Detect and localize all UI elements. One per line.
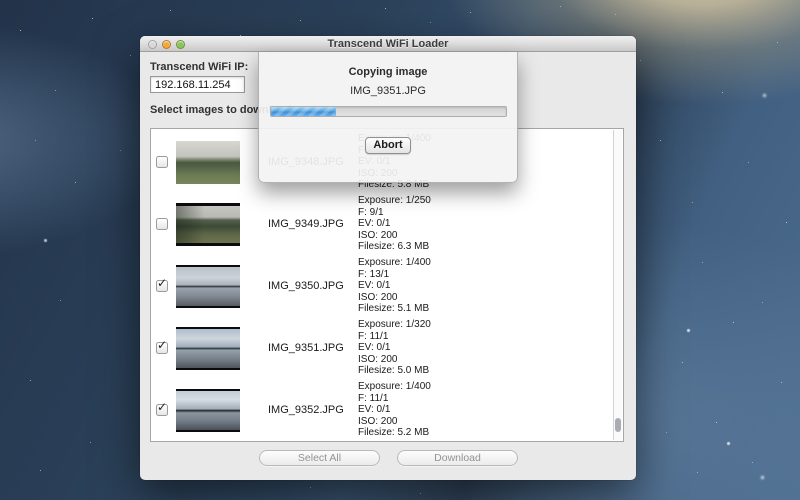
exif-line: EV: 0/1 xyxy=(358,404,431,416)
ip-input[interactable] xyxy=(150,76,245,93)
image-filename: IMG_9351.JPG xyxy=(268,342,356,354)
exif-line: F: 11/1 xyxy=(358,393,431,405)
select-all-button[interactable]: Select All xyxy=(259,450,380,466)
app-window: Transcend WiFi Loader Transcend WiFi IP:… xyxy=(140,36,636,480)
window-title: Transcend WiFi Loader xyxy=(140,38,636,50)
dialog-filename: IMG_9351.JPG xyxy=(350,85,426,97)
dialog-title: Copying image xyxy=(349,66,428,78)
wallpaper-stars xyxy=(0,0,1,1)
image-exif: Exposure: 1/250F: 9/1EV: 0/1ISO: 200File… xyxy=(358,195,431,253)
exif-line: ISO: 200 xyxy=(358,230,431,242)
image-filename: IMG_9352.JPG xyxy=(268,404,356,416)
exif-line: Exposure: 1/250 xyxy=(358,195,431,207)
scrollbar[interactable] xyxy=(613,130,622,440)
image-checkbox[interactable]: ✓ xyxy=(156,342,168,354)
desktop-wallpaper: Transcend WiFi Loader Transcend WiFi IP:… xyxy=(0,0,800,500)
scrollbar-thumb[interactable] xyxy=(615,418,621,432)
exif-line: Filesize: 5.2 MB xyxy=(358,427,431,439)
exif-line: Filesize: 5.0 MB xyxy=(358,365,431,377)
exif-line: Exposure: 1/400 xyxy=(358,381,431,393)
image-checkbox[interactable]: ✓ xyxy=(156,404,168,416)
exif-line: F: 13/1 xyxy=(358,269,431,281)
image-thumbnail xyxy=(176,327,240,370)
exif-line: ISO: 200 xyxy=(358,416,431,428)
ip-label: Transcend WiFi IP: xyxy=(150,61,248,73)
exif-line: Filesize: 6.3 MB xyxy=(358,241,431,253)
image-exif: Exposure: 1/400F: 13/1EV: 0/1ISO: 200Fil… xyxy=(358,257,431,315)
abort-button[interactable]: Abort xyxy=(365,137,411,154)
copying-dialog: Copying image IMG_9351.JPG Abort xyxy=(258,52,518,183)
image-filename: IMG_9349.JPG xyxy=(268,218,356,230)
image-list-row: ✓ IMG_9351.JPG Exposure: 1/320F: 11/1EV:… xyxy=(151,317,612,379)
exif-line: EV: 0/1 xyxy=(358,280,431,292)
exif-line: ISO: 200 xyxy=(358,292,431,304)
image-list-row: IMG_9349.JPG Exposure: 1/250F: 9/1EV: 0/… xyxy=(151,193,612,255)
download-button[interactable]: Download xyxy=(397,450,518,466)
exif-line: EV: 0/1 xyxy=(358,218,431,230)
copy-progress-bar xyxy=(270,106,507,117)
image-thumbnail xyxy=(176,141,240,184)
image-list-row: ✓ IMG_9350.JPG Exposure: 1/400F: 13/1EV:… xyxy=(151,255,612,317)
exif-line: F: 11/1 xyxy=(358,331,431,343)
window-titlebar[interactable]: Transcend WiFi Loader xyxy=(140,36,636,52)
checkmark-icon: ✓ xyxy=(157,339,167,351)
image-thumbnail xyxy=(176,265,240,308)
exif-line: Filesize: 5.1 MB xyxy=(358,303,431,315)
image-exif: Exposure: 1/400F: 11/1EV: 0/1ISO: 200Fil… xyxy=(358,381,431,439)
image-exif: Exposure: 1/320F: 11/1EV: 0/1ISO: 200Fil… xyxy=(358,319,431,377)
exif-line: EV: 0/1 xyxy=(358,342,431,354)
exif-line: ISO: 200 xyxy=(358,354,431,366)
image-thumbnail xyxy=(176,389,240,432)
copy-progress-fill xyxy=(271,107,337,116)
image-checkbox[interactable] xyxy=(156,156,168,168)
image-list-row: ✓ IMG_9352.JPG Exposure: 1/400F: 11/1EV:… xyxy=(151,379,612,441)
exif-line: Exposure: 1/320 xyxy=(358,319,431,331)
checkmark-icon: ✓ xyxy=(157,401,167,413)
image-thumbnail xyxy=(176,203,240,246)
exif-line: F: 9/1 xyxy=(358,207,431,219)
checkmark-icon: ✓ xyxy=(157,277,167,289)
image-checkbox[interactable] xyxy=(156,218,168,230)
image-checkbox[interactable]: ✓ xyxy=(156,280,168,292)
exif-line: Exposure: 1/400 xyxy=(358,257,431,269)
image-filename: IMG_9350.JPG xyxy=(268,280,356,292)
